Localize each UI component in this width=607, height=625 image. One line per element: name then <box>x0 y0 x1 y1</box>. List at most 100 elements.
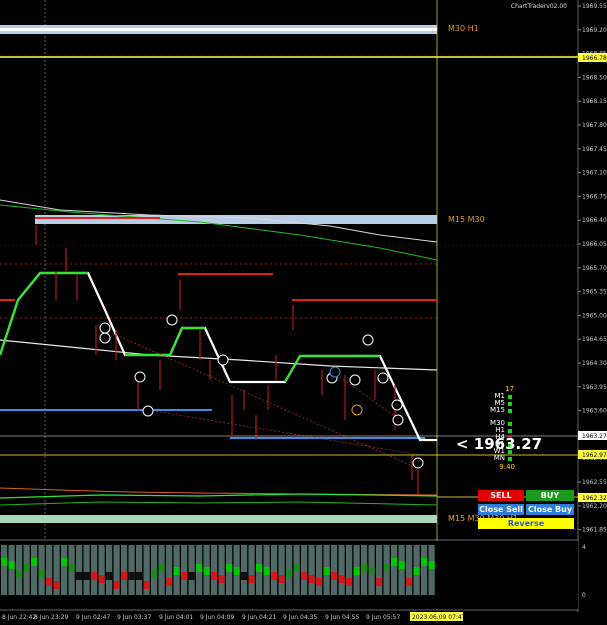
histogram-column <box>98 545 105 595</box>
histogram-bar <box>181 572 188 580</box>
buy-button[interactable]: BUY <box>526 490 574 501</box>
histogram-bar <box>16 570 23 577</box>
histogram-bar <box>83 572 90 580</box>
price-tick-label: 1963.95 <box>582 384 607 391</box>
histogram-column <box>406 545 413 595</box>
histogram-bar <box>91 572 98 580</box>
histogram-bar <box>346 578 353 586</box>
histogram-bar <box>158 564 165 571</box>
histogram-bar <box>241 572 248 580</box>
timeframe-indicator-dot <box>508 457 512 461</box>
histogram-bar <box>76 572 83 580</box>
histogram-column <box>301 545 308 595</box>
histogram-column <box>271 545 278 595</box>
demand-zone-bottom <box>0 515 437 523</box>
timeframe-indicator-dot <box>508 402 512 406</box>
app-title: ChartTraderv02.00 <box>510 3 567 10</box>
histogram-column <box>346 545 353 595</box>
time-tick-label: 9 Jun 04:09 <box>200 614 234 621</box>
timeframe-label-mn: MN <box>493 454 505 462</box>
histogram-bar <box>226 564 233 572</box>
reverse-button[interactable]: Reverse <box>478 518 574 529</box>
histogram-bar <box>428 561 435 569</box>
time-axis-ticks: 8 Jun 22:428 Jun 23:29 9 Jun 02:47 9 Jun 0… <box>2 614 400 621</box>
histogram-column <box>331 545 338 595</box>
price-tick-label: 1966.40 <box>582 217 607 224</box>
histogram-column <box>106 545 113 595</box>
histogram-bar <box>263 567 270 575</box>
price-tag-low-text: 1962.32 <box>582 495 607 502</box>
supply-zone-top-core <box>0 28 437 31</box>
price-tick-label: 1963.60 <box>582 408 607 415</box>
histogram-column <box>421 545 428 595</box>
timeframe-label-m15: M15 <box>490 406 505 414</box>
price-tick-label: 1962.55 <box>582 479 607 486</box>
histogram-bar <box>286 570 293 577</box>
price-tag-top-text: 1966.78 <box>582 55 607 62</box>
time-tick-label: 9 Jun 04:21 <box>242 614 276 621</box>
histogram-column <box>316 545 323 595</box>
supply-zone-middle <box>35 215 437 224</box>
histogram-column <box>61 545 68 595</box>
histogram-bar <box>38 570 45 577</box>
histogram-column <box>8 545 15 595</box>
histogram-bar <box>323 567 330 575</box>
histogram-column <box>338 545 345 595</box>
histogram-column <box>248 545 255 595</box>
price-tick-label: 1966.75 <box>582 193 607 200</box>
histogram-column <box>218 545 225 595</box>
histogram-column <box>31 545 38 595</box>
histogram-bar <box>398 561 405 569</box>
histogram-bar <box>106 572 113 580</box>
timeframe-indicator-dot <box>508 395 512 399</box>
histogram-bar <box>421 558 428 566</box>
time-tag-current-text: 2023.06.09 07:47 <box>412 614 466 621</box>
histogram-bar <box>128 572 135 580</box>
close-sell-button[interactable]: Close Sell <box>478 504 524 515</box>
histogram-bar <box>293 564 300 571</box>
price-tick-label: 1969.55 <box>582 3 607 10</box>
histogram-column <box>91 545 98 595</box>
histogram-column <box>46 545 53 595</box>
histogram-bar <box>113 581 120 589</box>
histogram-bar <box>361 564 368 571</box>
chart-canvas[interactable]: M30 H1 M15 M30 M15 M30 M30 H1 1969.55196… <box>0 0 607 625</box>
histogram-bar <box>188 572 195 580</box>
time-tick-label: 9 Jun 02:47 <box>76 614 110 621</box>
histogram-bar <box>8 561 15 569</box>
histogram-column <box>83 545 90 595</box>
histogram-bar <box>406 578 413 586</box>
histogram-column <box>428 545 435 595</box>
histogram-bar <box>23 564 30 571</box>
histogram-column <box>166 545 173 595</box>
price-tick-label: 1966.05 <box>582 241 607 248</box>
histogram-bar <box>136 572 143 580</box>
histogram-bar <box>121 572 128 580</box>
price-tick-label: 1962.20 <box>582 503 607 510</box>
price-tag-bid-text: 1962.97 <box>582 452 607 459</box>
histogram-bar <box>166 578 173 586</box>
histogram-column <box>188 545 195 595</box>
histogram-bar <box>256 564 263 572</box>
histogram-column <box>391 545 398 595</box>
histogram-bar <box>196 564 203 572</box>
close-buy-button[interactable]: Close Buy <box>526 504 574 515</box>
histogram-bar <box>31 558 38 566</box>
histogram-bar <box>413 567 420 575</box>
sell-button[interactable]: SELL <box>478 490 524 501</box>
histogram-bar <box>383 564 390 571</box>
price-tick-label: 1965.70 <box>582 265 607 272</box>
histogram-column <box>1 545 8 595</box>
price-tick-label: 1965.00 <box>582 312 607 319</box>
price-tag-current-text: 1963.27 <box>582 433 607 440</box>
histogram-bar <box>173 567 180 575</box>
histogram-bar <box>271 572 278 580</box>
histogram-bar <box>338 575 345 583</box>
histogram-bar <box>61 558 68 566</box>
histogram-bar <box>331 572 338 580</box>
histogram-column <box>121 545 128 595</box>
zone-label-top: M30 H1 <box>448 24 479 33</box>
candle-timer: 9:40 <box>499 463 515 471</box>
timeframe-indicator-dot <box>508 409 512 413</box>
time-tick-label: 9 Jun 04:35 <box>283 614 317 621</box>
